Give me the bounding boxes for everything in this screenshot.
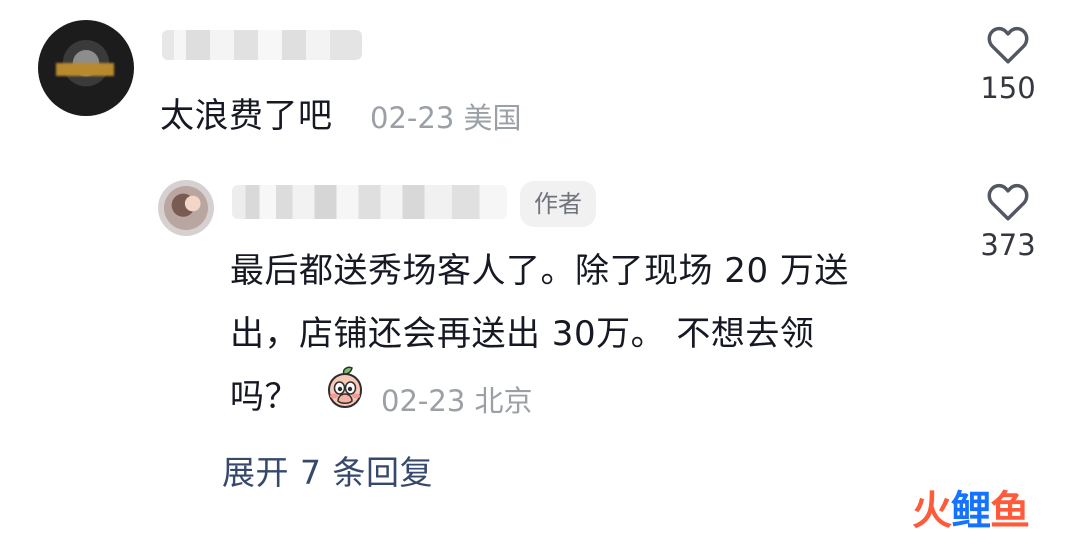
like-count: 150: [980, 71, 1036, 105]
heart-outline-icon[interactable]: [968, 182, 1048, 222]
reply-location: 北京: [474, 384, 533, 418]
heart-outline-icon[interactable]: [968, 25, 1048, 65]
reply-like-count: 373: [980, 228, 1036, 262]
watermark-part-2: 鲤: [951, 488, 991, 534]
blurred-reply-username: [232, 185, 507, 219]
reply-avatar[interactable]: [158, 180, 214, 236]
comment-location: 美国: [463, 101, 522, 135]
reply-meta: 02-23 北京: [381, 378, 533, 420]
expand-replies-link[interactable]: 展开 7 条回复: [222, 446, 433, 494]
comment-meta: 02-23 美国: [370, 95, 522, 137]
user-avatar[interactable]: [38, 20, 134, 116]
reply-date: 02-23: [381, 384, 466, 418]
reply-line-2: 出，店铺还会再送出 30万。 不想去领: [230, 314, 815, 354]
like-group-reply[interactable]: 373: [968, 182, 1048, 262]
watermark-part-3: 鱼: [990, 488, 1030, 534]
blurred-username: [162, 30, 362, 60]
watermark-part-1: 火: [912, 488, 952, 534]
watermark-logo: 火鲤鱼: [912, 478, 1030, 536]
like-group-main[interactable]: 150: [968, 25, 1048, 105]
author-badge: 作者: [520, 181, 596, 227]
reply-line-1: 最后都送秀场客人了。除了现场 20 万送: [230, 251, 849, 291]
comment-date: 02-23: [370, 101, 455, 135]
peach-emoji-icon: [322, 366, 368, 412]
comment-text: 太浪费了吧: [160, 96, 333, 136]
